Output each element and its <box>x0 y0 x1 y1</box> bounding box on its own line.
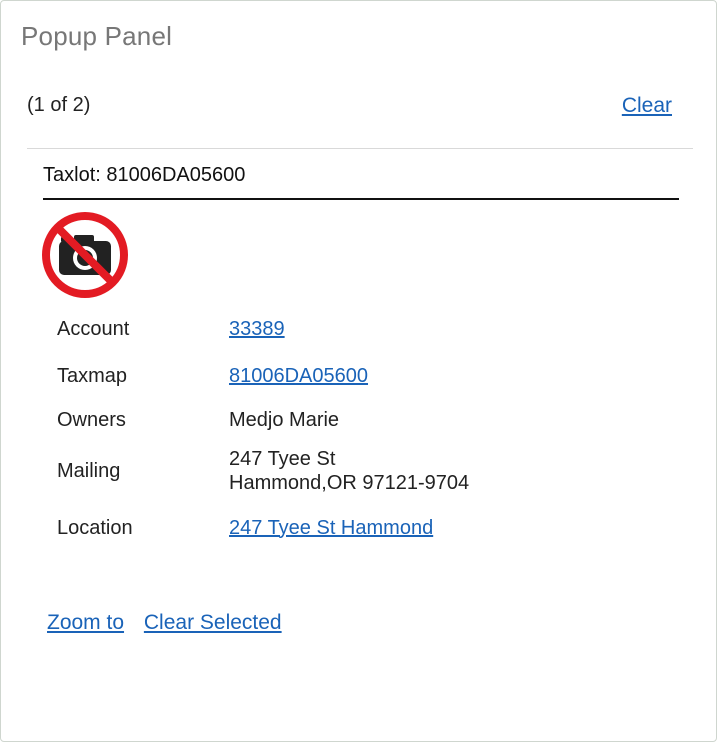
attribute-table: Account 33389 Taxmap 81006DA05600 Owners… <box>57 306 469 554</box>
taxmap-label: Taxmap <box>57 364 128 387</box>
title-divider <box>43 198 679 200</box>
account-value-cell: 33389 <box>229 306 469 352</box>
mailing-label: Mailing <box>57 459 121 482</box>
taxmap-link[interactable]: 81006DA05600 <box>229 365 368 387</box>
mailing-line-1: 247 Tyee St <box>229 448 336 470</box>
attribute-row-account: Account 33389 <box>57 306 469 352</box>
owners-value: Medjo Marie <box>229 408 340 431</box>
clear-link[interactable]: Clear <box>622 94 672 118</box>
clear-selected-link[interactable]: Clear Selected <box>144 611 282 634</box>
attribute-row-mailing: Mailing 247 Tyee St Hammond,OR 97121-970… <box>57 440 469 502</box>
zoom-to-link[interactable]: Zoom to <box>47 611 124 634</box>
location-link[interactable]: 247 Tyee St Hammond <box>229 517 433 539</box>
owners-label: Owners <box>57 408 126 431</box>
mailing-value: 247 Tyee St Hammond,OR 97121-9704 <box>229 440 469 502</box>
divider <box>27 148 693 149</box>
location-value-cell: 247 Tyee St Hammond <box>229 502 469 554</box>
attribute-row-location: Location 247 Tyee St Hammond <box>57 502 469 554</box>
popup-panel: Popup Panel (1 of 2) Clear Taxlot: 81006… <box>0 0 717 742</box>
panel-title: Popup Panel <box>21 21 173 51</box>
account-link[interactable]: 33389 <box>229 318 285 340</box>
attribute-row-taxmap: Taxmap 81006DA05600 <box>57 352 469 400</box>
feature-title: Taxlot: 81006DA05600 <box>43 164 246 186</box>
mailing-line-2: Hammond,OR 97121-9704 <box>229 472 470 494</box>
attribute-row-owners: Owners Medjo Marie <box>57 400 469 440</box>
feature-pager: (1 of 2) <box>27 94 91 116</box>
no-photo-icon <box>42 212 128 298</box>
action-bar: Zoom to Clear Selected <box>47 611 296 635</box>
location-label: Location <box>57 516 133 539</box>
taxmap-value-cell: 81006DA05600 <box>229 352 469 400</box>
account-label: Account <box>57 317 130 340</box>
